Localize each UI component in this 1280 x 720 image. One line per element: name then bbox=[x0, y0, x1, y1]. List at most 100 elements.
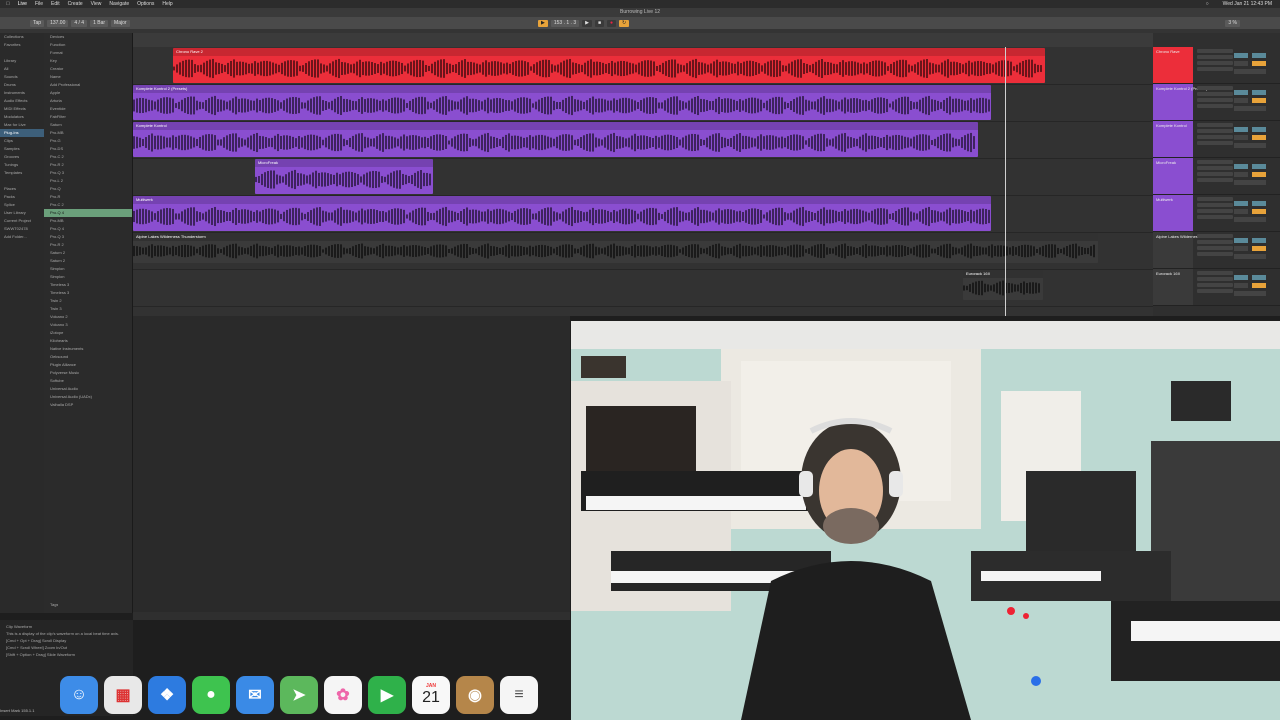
sidebar-item[interactable]: Tunings bbox=[0, 161, 44, 169]
sidebar-item[interactable]: Audio Effects bbox=[0, 97, 44, 105]
browser-item[interactable]: Pro-Q 4 bbox=[44, 209, 132, 217]
browser-item[interactable]: Timeless 3 bbox=[44, 289, 132, 297]
track-header[interactable]: Multiwerk bbox=[1153, 195, 1280, 232]
track-header[interactable]: MicroFreak bbox=[1153, 158, 1280, 195]
browser-item[interactable]: Pro-C 2 bbox=[44, 153, 132, 161]
browser-item[interactable]: Simplon bbox=[44, 273, 132, 281]
track-mixer[interactable] bbox=[1234, 199, 1274, 227]
facetime-icon[interactable]: ▶ bbox=[368, 676, 406, 714]
menu-file[interactable]: File bbox=[35, 1, 43, 7]
sidebar-item[interactable]: Splice bbox=[0, 201, 44, 209]
sidebar-item[interactable]: Max for Live bbox=[0, 121, 44, 129]
photos-icon[interactable]: ✿ bbox=[324, 676, 362, 714]
messages-icon[interactable]: ● bbox=[192, 676, 230, 714]
browser-item[interactable]: Pro-Q 3 bbox=[44, 233, 132, 241]
browser-item[interactable]: Creator bbox=[44, 65, 132, 73]
arrangement-view[interactable]: Chrono Rave 2 Komplete Kontrol 2 (Presets… bbox=[133, 33, 1153, 316]
audio-clip[interactable]: Chrono Rave 2 bbox=[173, 48, 1045, 83]
browser-item[interactable]: Pro-MB bbox=[44, 129, 132, 137]
tap-button[interactable]: Tap bbox=[30, 19, 45, 27]
follow-button[interactable]: ▶ bbox=[538, 19, 548, 27]
contacts-icon[interactable]: ◉ bbox=[456, 676, 494, 714]
browser-item[interactable]: Pro-Q bbox=[44, 185, 132, 193]
track-mixer[interactable] bbox=[1234, 51, 1274, 79]
sidebar-item[interactable]: Samples bbox=[0, 145, 44, 153]
browser-item[interactable]: Pro-DS bbox=[44, 145, 132, 153]
browser-item[interactable]: Twin 3 bbox=[44, 305, 132, 313]
io-routing[interactable] bbox=[1197, 271, 1233, 301]
browser-item[interactable]: Add Professional bbox=[44, 81, 132, 89]
audio-clip[interactable]: Komplete Kontrol 2 (Presets) bbox=[133, 85, 991, 120]
audio-clip[interactable]: Alpine Lakes Wilderness Thunderstorm bbox=[133, 233, 1098, 263]
audio-clip[interactable]: Komplete Kontrol bbox=[133, 122, 978, 157]
tags-label[interactable]: Tags bbox=[44, 601, 58, 609]
menubar-clock[interactable]: Wed Jan 21 12:43 PM bbox=[1223, 1, 1272, 7]
browser-item[interactable]: Polyverse Music bbox=[44, 369, 132, 377]
apple-icon[interactable]:  bbox=[6, 1, 10, 7]
io-routing[interactable] bbox=[1197, 86, 1233, 116]
browser-item[interactable]: Eventide bbox=[44, 105, 132, 113]
track-header[interactable]: Komplete Kontrol 2 (Presets) bbox=[1153, 84, 1280, 121]
browser-item[interactable]: Native Instruments bbox=[44, 345, 132, 353]
browser-item[interactable]: Key bbox=[44, 57, 132, 65]
browser-item[interactable]: Volcano 3 bbox=[44, 321, 132, 329]
record-button[interactable]: ● bbox=[607, 19, 617, 27]
browser-item[interactable]: Pro-G bbox=[44, 137, 132, 145]
track-name[interactable]: Komplete Kontrol bbox=[1156, 123, 1187, 128]
sidebar-item[interactable]: Sounds bbox=[0, 73, 44, 81]
menu-create[interactable]: Create bbox=[68, 1, 83, 7]
sidebar-item-plugins[interactable]: Plug-Ins bbox=[0, 129, 44, 137]
maps-icon[interactable]: ➤ bbox=[280, 676, 318, 714]
menu-options[interactable]: Options bbox=[137, 1, 154, 7]
beat-ruler[interactable] bbox=[133, 33, 1153, 47]
signature-field[interactable]: 4 / 4 bbox=[71, 19, 88, 27]
track-mixer[interactable] bbox=[1234, 88, 1274, 116]
track-mixer[interactable] bbox=[1234, 162, 1274, 190]
scale-field[interactable]: Major bbox=[111, 19, 130, 27]
browser-item[interactable]: Valhalla DSP bbox=[44, 401, 132, 409]
tempo-field[interactable]: 137.00 bbox=[47, 19, 69, 27]
browser-item[interactable]: Pro-C 2 bbox=[44, 201, 132, 209]
browser-item[interactable]: Kilohearts bbox=[44, 337, 132, 345]
browser-item[interactable]: Pro-R bbox=[44, 193, 132, 201]
browser-item[interactable]: Pro-Q 4 bbox=[44, 225, 132, 233]
menu-edit[interactable]: Edit bbox=[51, 1, 60, 7]
sidebar-item[interactable]: SWWT02478 bbox=[0, 225, 44, 233]
browser-item[interactable]: Softube bbox=[44, 377, 132, 385]
sidebar-item[interactable]: Current Project bbox=[0, 217, 44, 225]
browser-item[interactable]: Function bbox=[44, 41, 132, 49]
io-routing[interactable] bbox=[1197, 123, 1233, 153]
empty-arrangement-area[interactable] bbox=[133, 316, 570, 616]
track-mixer[interactable] bbox=[1234, 236, 1274, 264]
sidebar-item[interactable]: Templates bbox=[0, 169, 44, 177]
sidebar-item[interactable]: Collections bbox=[0, 33, 44, 41]
sidebar-item[interactable]: Clips bbox=[0, 137, 44, 145]
track-header[interactable]: Alpine Lakes Wilderness Thunderstorm bbox=[1153, 232, 1280, 269]
menu-live[interactable]: Live bbox=[18, 1, 27, 7]
io-routing[interactable] bbox=[1197, 197, 1233, 227]
browser-item[interactable]: Plugin Alliance bbox=[44, 361, 132, 369]
wifi-icon[interactable]: ○ bbox=[1206, 1, 1209, 7]
browser-item[interactable]: Universal Audio bbox=[44, 385, 132, 393]
menu-navigate[interactable]: Navigate bbox=[109, 1, 129, 7]
stop-button[interactable]: ■ bbox=[594, 19, 604, 27]
sidebar-item[interactable]: User Library bbox=[0, 209, 44, 217]
browser-item[interactable]: Saturn bbox=[44, 121, 132, 129]
track-name[interactable]: MicroFreak bbox=[1156, 160, 1176, 165]
calendar-icon[interactable]: JAN 21 bbox=[412, 676, 450, 714]
browser-item[interactable]: Twin 2 bbox=[44, 297, 132, 305]
sidebar-item[interactable]: Packs bbox=[0, 193, 44, 201]
browser-item[interactable]: Universal Audio (UADx) bbox=[44, 393, 132, 401]
sidebar-item[interactable]: Grooves bbox=[0, 153, 44, 161]
sidebar-item[interactable]: Instruments bbox=[0, 89, 44, 97]
track-header[interactable]: Chrono Rave bbox=[1153, 47, 1280, 84]
track-mixer[interactable] bbox=[1234, 125, 1274, 153]
track-name[interactable]: Eurorack 16II bbox=[1156, 271, 1180, 276]
browser-item[interactable]: Format bbox=[44, 49, 132, 57]
browser-item[interactable]: Pro-R 2 bbox=[44, 161, 132, 169]
browser-item[interactable]: Pro-L 2 bbox=[44, 177, 132, 185]
browser-item[interactable]: Oeksound bbox=[44, 353, 132, 361]
browser-item[interactable]: Name bbox=[44, 73, 132, 81]
sidebar-item[interactable]: All bbox=[0, 65, 44, 73]
sidebar-item[interactable]: Add Folder... bbox=[0, 233, 44, 241]
